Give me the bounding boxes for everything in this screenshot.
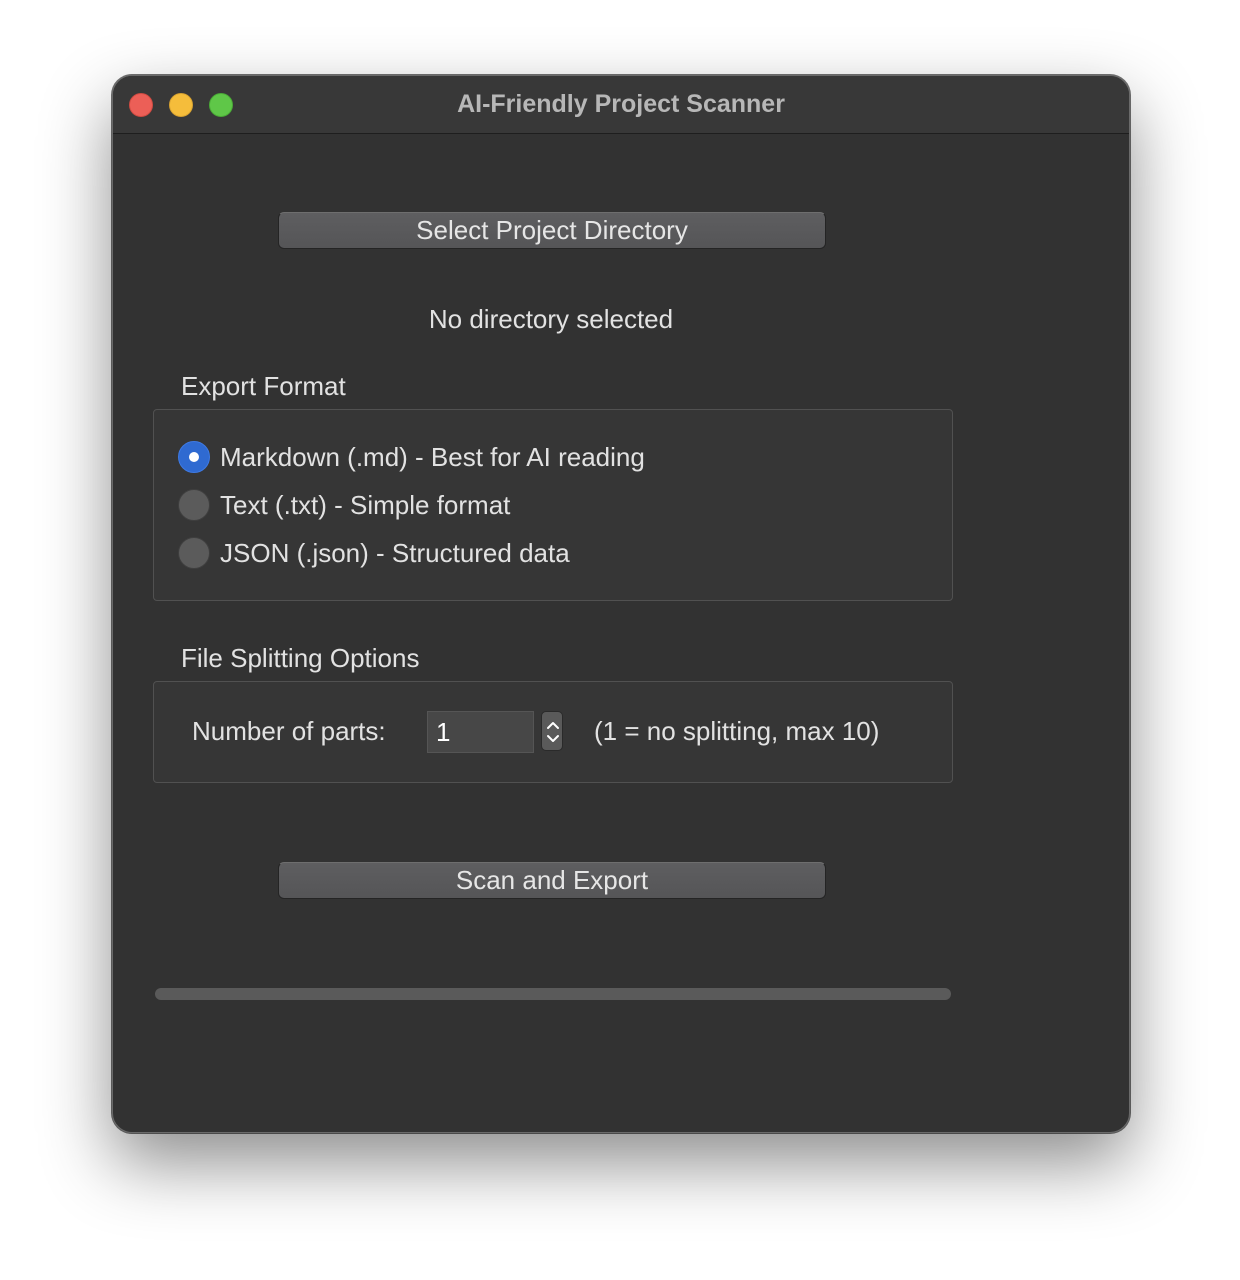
title-bar[interactable]: AI-Friendly Project Scanner	[113, 76, 1129, 134]
radio-label-json: JSON (.json) - Structured data	[220, 537, 570, 568]
progress-bar	[155, 988, 951, 1000]
radio-option-text[interactable]: Text (.txt) - Simple format	[178, 488, 510, 522]
number-of-parts-label: Number of parts:	[192, 716, 386, 746]
file-splitting-group-title: File Splitting Options	[181, 643, 420, 673]
radio-label-markdown: Markdown (.md) - Best for AI reading	[220, 441, 645, 472]
scan-and-export-button[interactable]: Scan and Export	[278, 862, 826, 899]
export-format-group: Markdown (.md) - Best for AI reading Tex…	[153, 409, 953, 601]
radio-button-json[interactable]	[178, 537, 210, 569]
number-of-parts-stepper[interactable]	[541, 711, 563, 751]
window-title: AI-Friendly Project Scanner	[457, 90, 785, 118]
file-splitting-group: Number of parts: (1 = no splitting, max …	[153, 681, 953, 783]
directory-status-label: No directory selected	[428, 304, 674, 334]
radio-option-markdown[interactable]: Markdown (.md) - Best for AI reading	[178, 440, 645, 474]
export-format-group-title: Export Format	[181, 371, 346, 401]
radio-button-markdown[interactable]	[178, 441, 210, 473]
radio-option-json[interactable]: JSON (.json) - Structured data	[178, 536, 570, 570]
select-directory-button[interactable]: Select Project Directory	[278, 212, 826, 249]
number-of-parts-input[interactable]	[427, 711, 534, 753]
stepper-arrows-icon	[547, 722, 559, 742]
app-window: AI-Friendly Project Scanner Select Proje…	[112, 75, 1130, 1133]
number-of-parts-hint: (1 = no splitting, max 10)	[594, 716, 880, 746]
radio-button-text[interactable]	[178, 489, 210, 521]
radio-label-text: Text (.txt) - Simple format	[220, 489, 511, 520]
